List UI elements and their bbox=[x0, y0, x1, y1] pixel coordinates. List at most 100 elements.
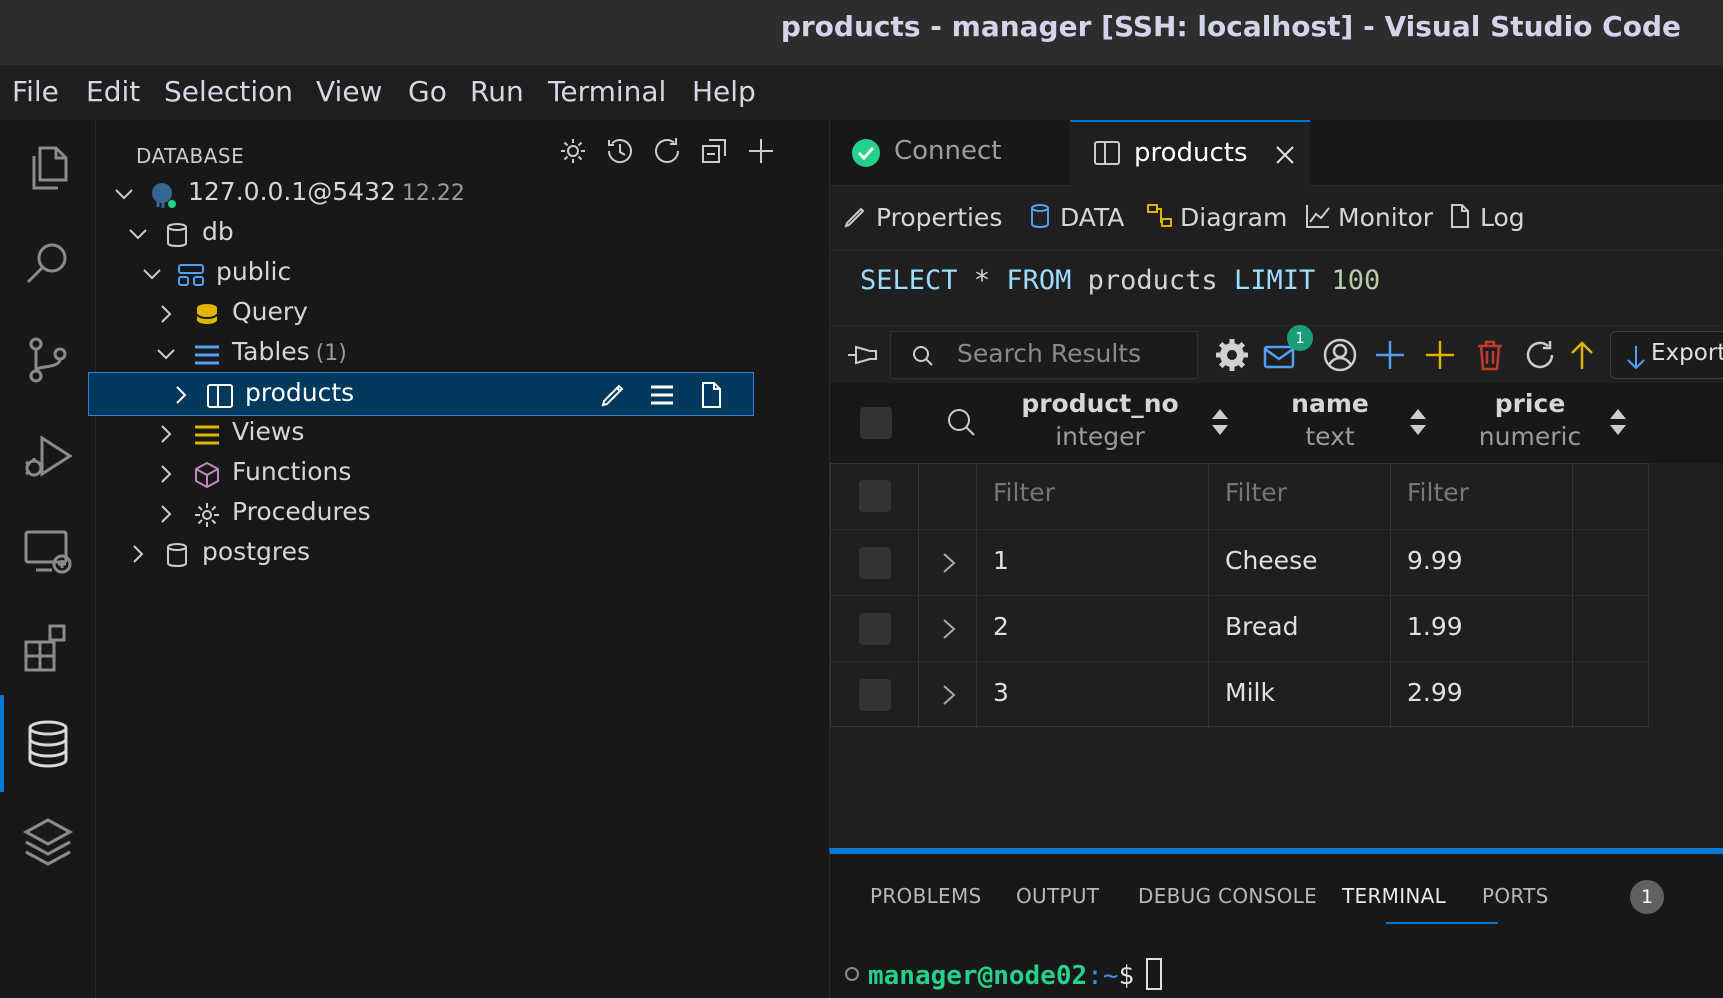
tab-products[interactable]: products bbox=[1070, 120, 1310, 186]
chevron-down-icon[interactable] bbox=[126, 222, 150, 246]
menu-run[interactable]: Run bbox=[470, 75, 524, 108]
refresh-icon[interactable] bbox=[1522, 337, 1558, 373]
pin-icon[interactable] bbox=[844, 337, 880, 373]
nav-diagram[interactable]: Diagram bbox=[1146, 202, 1287, 232]
tree-procedures[interactable]: Procedures bbox=[96, 492, 828, 536]
sql-query[interactable]: SELECT * FROM products LIMIT 100 bbox=[860, 265, 1380, 296]
layers-icon[interactable] bbox=[20, 812, 76, 868]
column-header-name[interactable]: name text bbox=[1250, 389, 1410, 451]
tree-db[interactable]: db bbox=[96, 212, 828, 256]
sort-icon[interactable] bbox=[1608, 405, 1628, 439]
remote-explorer-icon[interactable] bbox=[20, 524, 76, 580]
extensions-icon[interactable] bbox=[20, 620, 76, 676]
tree-query[interactable]: Query bbox=[96, 292, 828, 336]
history-icon[interactable] bbox=[603, 134, 637, 168]
chevron-right-icon[interactable] bbox=[939, 683, 959, 707]
gear-icon[interactable] bbox=[556, 134, 590, 168]
terminal-prompt[interactable]: manager@node02:~$ bbox=[844, 958, 1163, 991]
search-results-input[interactable]: Search Results bbox=[890, 331, 1198, 379]
cell-name[interactable]: Bread bbox=[1209, 596, 1391, 662]
add-column-icon[interactable] bbox=[1422, 337, 1458, 373]
close-icon[interactable] bbox=[1274, 144, 1296, 166]
menu-help[interactable]: Help bbox=[692, 75, 756, 108]
search-icon[interactable] bbox=[20, 236, 76, 292]
tab-problems[interactable]: PROBLEMS bbox=[870, 884, 982, 908]
filter-row-checkbox[interactable] bbox=[859, 480, 891, 512]
tree-schema-public[interactable]: public bbox=[96, 252, 828, 296]
row-checkbox[interactable] bbox=[859, 547, 891, 579]
filter-price[interactable]: Filter bbox=[1391, 464, 1573, 530]
sort-icon[interactable] bbox=[1210, 405, 1230, 439]
tree-views[interactable]: Views bbox=[96, 412, 828, 456]
tree-tables[interactable]: Tables (1) bbox=[96, 332, 828, 376]
nav-monitor[interactable]: Monitor bbox=[1304, 202, 1433, 232]
cell-product-no[interactable]: 3 bbox=[977, 662, 1209, 728]
cell-name[interactable]: Milk bbox=[1209, 662, 1391, 728]
chevron-right-icon[interactable] bbox=[126, 542, 150, 566]
chevron-right-icon[interactable] bbox=[939, 551, 959, 575]
add-icon[interactable] bbox=[744, 134, 778, 168]
tree-table-products[interactable]: products bbox=[88, 372, 754, 416]
chevron-right-icon[interactable] bbox=[169, 383, 193, 407]
row-checkbox[interactable] bbox=[859, 613, 891, 645]
chevron-right-icon[interactable] bbox=[154, 302, 178, 326]
export-button[interactable]: Export bbox=[1610, 331, 1723, 379]
menu-terminal[interactable]: Terminal bbox=[548, 75, 666, 108]
tab-debug-console[interactable]: DEBUG CONSOLE bbox=[1138, 884, 1317, 908]
tab-connect[interactable]: Connect bbox=[830, 120, 1068, 186]
cell-product-no[interactable]: 1 bbox=[977, 530, 1209, 596]
table-row[interactable]: 2 Bread 1.99 bbox=[831, 596, 1650, 662]
refresh-icon[interactable] bbox=[650, 134, 684, 168]
chevron-right-icon[interactable] bbox=[154, 502, 178, 526]
collapse-all-icon[interactable] bbox=[697, 134, 731, 168]
cell-price[interactable]: 1.99 bbox=[1391, 596, 1573, 662]
nav-data[interactable]: DATA bbox=[1026, 202, 1124, 232]
cell-product-no[interactable]: 2 bbox=[977, 596, 1209, 662]
chevron-down-icon[interactable] bbox=[154, 342, 178, 366]
chevron-down-icon[interactable] bbox=[112, 182, 136, 206]
source-control-icon[interactable] bbox=[20, 332, 76, 388]
file-icon[interactable] bbox=[695, 379, 727, 411]
cell-price[interactable]: 9.99 bbox=[1391, 530, 1573, 596]
menu-selection[interactable]: Selection bbox=[164, 75, 293, 108]
sql-query-bar[interactable]: SELECT * FROM products LIMIT 100 bbox=[830, 250, 1723, 326]
table-row[interactable]: 3 Milk 2.99 bbox=[831, 662, 1650, 728]
row-checkbox[interactable] bbox=[859, 679, 891, 711]
settings-icon[interactable] bbox=[1214, 337, 1250, 373]
menu-go[interactable]: Go bbox=[408, 75, 447, 108]
arrow-up-icon[interactable] bbox=[1564, 337, 1600, 373]
edit-icon[interactable] bbox=[597, 379, 629, 411]
add-row-icon[interactable] bbox=[1372, 337, 1408, 373]
column-header-product-no[interactable]: product_no integer bbox=[1000, 389, 1200, 451]
list-icon[interactable] bbox=[646, 379, 678, 411]
menu-edit[interactable]: Edit bbox=[86, 75, 140, 108]
filter-name[interactable]: Filter bbox=[1209, 464, 1391, 530]
filter-product-no[interactable]: Filter bbox=[977, 464, 1209, 530]
nav-properties[interactable]: Properties bbox=[842, 202, 1002, 232]
chevron-right-icon[interactable] bbox=[154, 462, 178, 486]
tab-ports[interactable]: PORTS bbox=[1482, 884, 1549, 908]
chevron-right-icon[interactable] bbox=[154, 422, 178, 446]
cell-price[interactable]: 2.99 bbox=[1391, 662, 1573, 728]
menu-file[interactable]: File bbox=[12, 75, 59, 108]
run-debug-icon[interactable] bbox=[20, 428, 76, 484]
search-icon[interactable] bbox=[944, 405, 978, 439]
chevron-right-icon[interactable] bbox=[939, 617, 959, 641]
nav-log[interactable]: Log bbox=[1446, 202, 1525, 232]
column-header-price[interactable]: price numeric bbox=[1450, 389, 1610, 451]
delete-icon[interactable] bbox=[1472, 337, 1508, 373]
tree-connection[interactable]: 127.0.0.1@5432 12.22 bbox=[96, 172, 828, 216]
chevron-down-icon[interactable] bbox=[140, 262, 164, 286]
table-row[interactable]: 1 Cheese 9.99 bbox=[831, 530, 1650, 596]
tree-functions[interactable]: Functions bbox=[96, 452, 828, 496]
tree-db-postgres[interactable]: postgres bbox=[96, 532, 828, 576]
tab-output[interactable]: OUTPUT bbox=[1016, 884, 1099, 908]
sort-icon[interactable] bbox=[1408, 405, 1428, 439]
cell-name[interactable]: Cheese bbox=[1209, 530, 1391, 596]
database-icon[interactable] bbox=[20, 716, 76, 772]
explorer-icon[interactable] bbox=[20, 140, 76, 196]
user-circle-icon[interactable] bbox=[1322, 337, 1358, 373]
menu-view[interactable]: View bbox=[316, 75, 382, 108]
tab-terminal[interactable]: TERMINAL bbox=[1342, 884, 1446, 908]
select-all-checkbox[interactable] bbox=[860, 407, 892, 439]
